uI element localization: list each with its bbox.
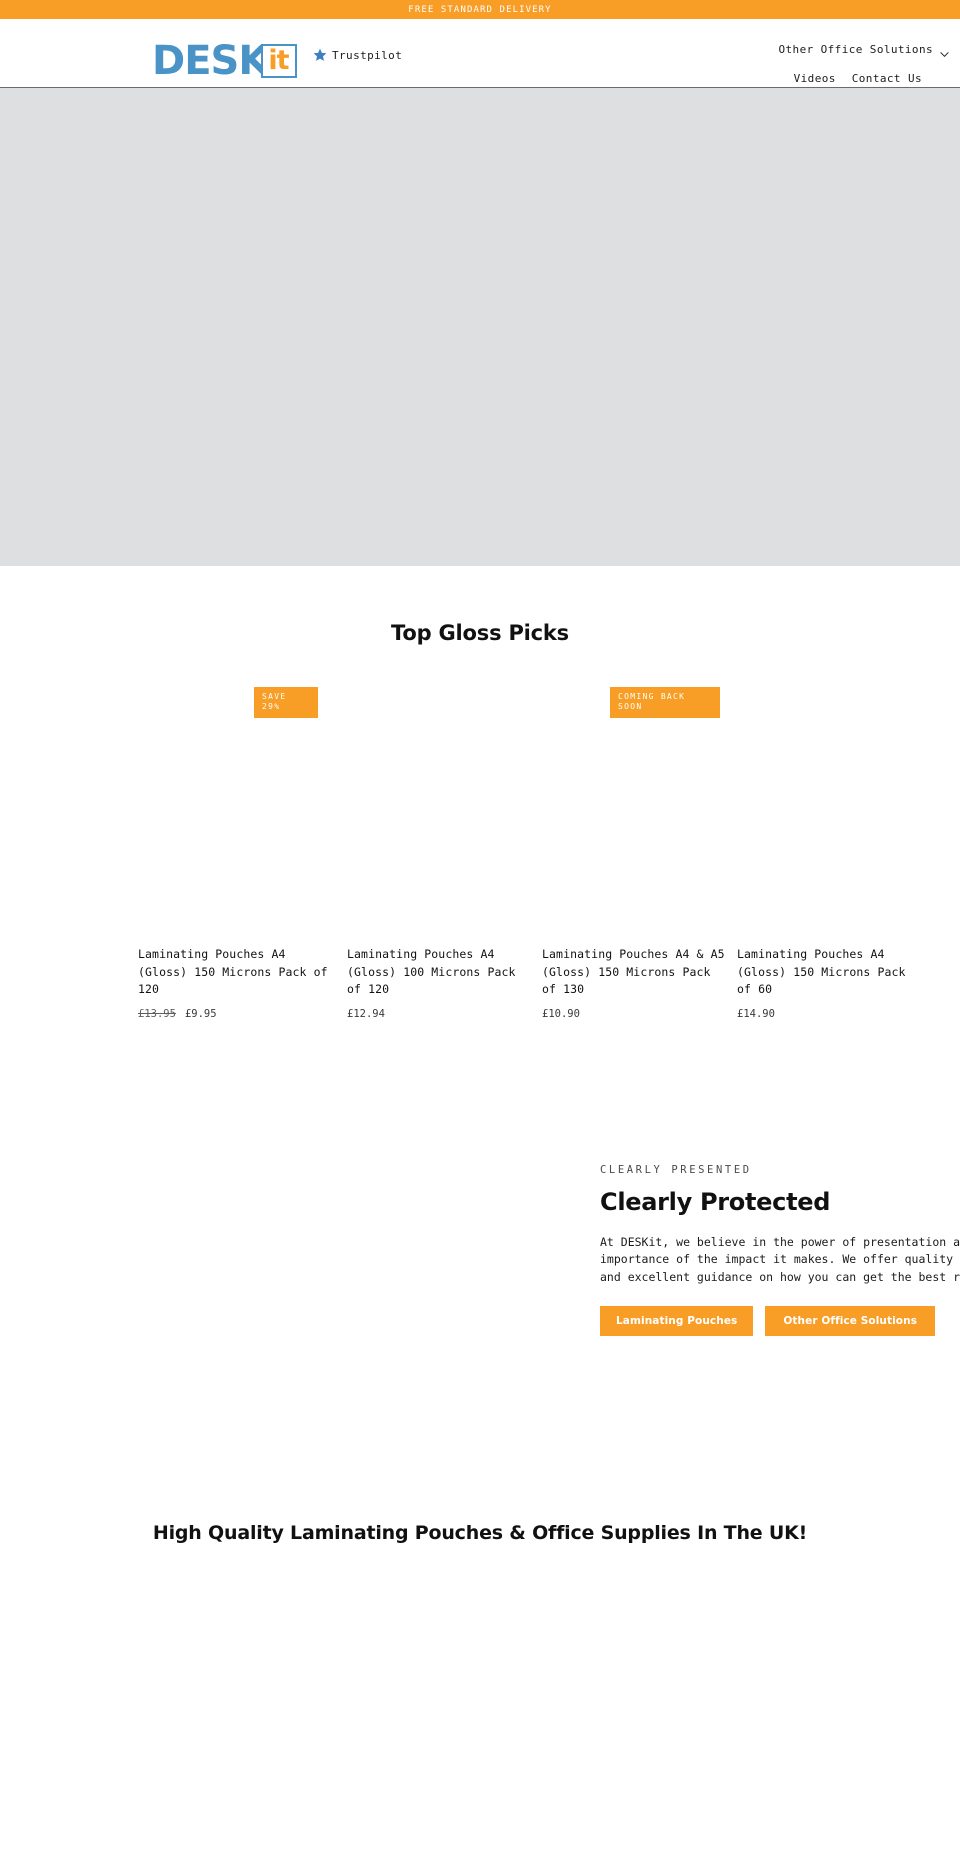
feature-section: CLEARLY PRESENTED Clearly Protected At D… xyxy=(0,1161,960,1336)
site-header: DESK it Trustpilot Other Office Solution… xyxy=(0,19,960,88)
trustpilot-label: Trustpilot xyxy=(332,48,403,62)
announcement-bar: FREE STANDARD DELIVERY xyxy=(0,0,960,19)
nav-row-bottom: Videos Contact Us xyxy=(540,72,948,85)
product-card[interactable]: Laminating Pouches A4 (Gloss) 150 Micron… xyxy=(737,687,920,1020)
product-card[interactable]: COMING BACK SOON Laminating Pouches A4 &… xyxy=(542,687,725,1020)
other-office-solutions-button[interactable]: Other Office Solutions xyxy=(765,1306,936,1336)
logo-primary-text: DESK xyxy=(152,38,269,84)
primary-nav: Other Office Solutions Videos Contact Us xyxy=(540,43,960,85)
hero-banner xyxy=(0,88,960,566)
laminating-pouches-button[interactable]: Laminating Pouches xyxy=(600,1306,754,1336)
product-price-current: £9.95 xyxy=(184,1007,217,1020)
site-logo[interactable]: DESK it xyxy=(152,41,297,81)
nav-item-contact-us[interactable]: Contact Us xyxy=(852,72,922,85)
logo-lockup: DESK it xyxy=(152,41,297,81)
seo-heading: High Quality Laminating Pouches & Office… xyxy=(152,1522,808,1544)
top-picks-heading: Top Gloss Picks xyxy=(391,621,569,645)
feature-body-text: At DESKit, we believe in the power of pr… xyxy=(600,1234,960,1284)
product-title: Laminating Pouches A4 & A5 (Gloss) 150 M… xyxy=(542,947,725,996)
nav-item-other-office-solutions[interactable]: Other Office Solutions xyxy=(779,43,934,56)
product-price-row: £13.95 £9.95 xyxy=(138,1008,335,1020)
product-price-row: £14.90 xyxy=(737,1008,920,1020)
product-price-original: £13.95 xyxy=(138,1007,176,1020)
product-price-row: £12.94 xyxy=(347,1008,530,1020)
feature-content: CLEARLY PRESENTED Clearly Protected At D… xyxy=(600,1162,960,1336)
product-price-row: £10.90 xyxy=(542,1008,725,1020)
nav-item-videos[interactable]: Videos xyxy=(794,72,836,85)
product-image[interactable] xyxy=(542,713,725,946)
product-price-current: £14.90 xyxy=(737,1007,775,1020)
feature-eyebrow: CLEARLY PRESENTED xyxy=(600,1163,752,1176)
feature-heading: Clearly Protected xyxy=(600,1187,831,1216)
product-card[interactable]: SAVE 29% Laminating Pouches A4 (Gloss) 1… xyxy=(138,687,335,1020)
product-price-current: £12.94 xyxy=(347,1007,385,1020)
product-title: Laminating Pouches A4 (Gloss) 150 Micron… xyxy=(737,947,906,996)
product-image[interactable] xyxy=(737,713,920,946)
announcement-text: FREE STANDARD DELIVERY xyxy=(408,4,552,15)
top-picks-section: Top Gloss Picks SAVE 29% Laminating Pouc… xyxy=(0,566,960,1020)
feature-button-group: Laminating Pouches Other Office Solution… xyxy=(600,1306,960,1336)
nav-row-top: Other Office Solutions xyxy=(540,43,949,57)
product-price-current: £10.90 xyxy=(542,1007,580,1020)
product-image[interactable] xyxy=(347,713,530,946)
product-card[interactable]: Laminating Pouches A4 (Gloss) 100 Micron… xyxy=(347,687,530,1020)
product-badge-coming-back-soon: COMING BACK SOON xyxy=(610,687,720,718)
product-title: Laminating Pouches A4 (Gloss) 100 Micron… xyxy=(347,947,516,996)
product-badge-save: SAVE 29% xyxy=(254,687,318,718)
product-title: Laminating Pouches A4 (Gloss) 150 Micron… xyxy=(138,947,328,996)
logo-secondary-text: it xyxy=(268,45,289,76)
feature-image xyxy=(0,1161,600,1332)
seo-heading-section: High Quality Laminating Pouches & Office… xyxy=(0,1520,960,1546)
chevron-down-icon[interactable] xyxy=(940,44,949,57)
product-image[interactable] xyxy=(138,713,335,946)
trustpilot-widget[interactable]: Trustpilot xyxy=(313,48,402,62)
trustpilot-star-icon xyxy=(313,48,327,61)
logo-box: it xyxy=(261,44,297,78)
product-carousel[interactable]: SAVE 29% Laminating Pouches A4 (Gloss) 1… xyxy=(0,687,960,1020)
